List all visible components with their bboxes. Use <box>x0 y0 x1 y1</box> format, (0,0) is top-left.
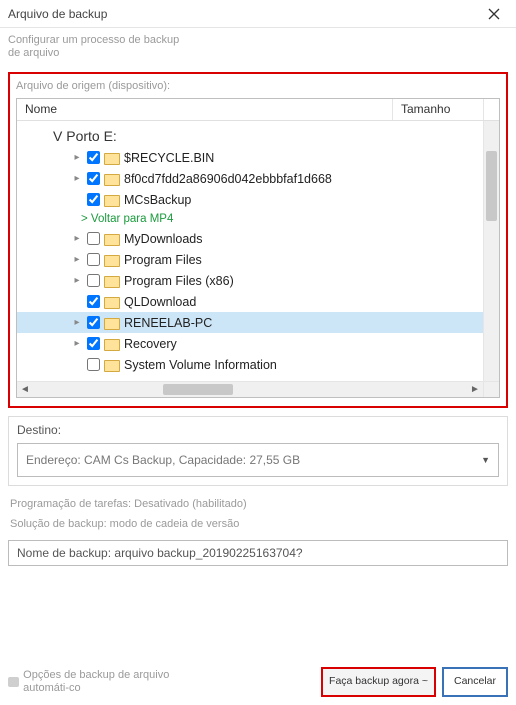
auto-options-icon <box>8 677 19 687</box>
expander-icon[interactable]: ▸ <box>71 173 83 184</box>
item-label: Recovery <box>124 337 177 351</box>
folder-icon <box>104 274 120 288</box>
hscroll-track[interactable] <box>33 382 467 397</box>
vertical-scroll-thumb[interactable] <box>486 151 497 221</box>
expander-icon[interactable]: ▸ <box>71 317 83 328</box>
source-label: Arquivo de origem (dispositivo): <box>16 80 500 92</box>
tree-item[interactable]: ▸ Recovery <box>17 333 483 354</box>
tree-item[interactable]: ▸MCsBackup <box>17 189 483 210</box>
item-checkbox[interactable] <box>87 274 100 287</box>
item-label: RENEELAB-PC <box>124 316 212 330</box>
scroll-left-arrow[interactable]: ◄ <box>17 384 33 395</box>
drive-root[interactable]: V Porto E: <box>17 125 483 147</box>
item-label: Program Files <box>124 253 202 267</box>
backup-name-row <box>8 540 508 566</box>
scroll-right-arrow[interactable]: ► <box>467 384 483 395</box>
cancel-button[interactable]: Cancelar <box>442 667 508 697</box>
destination-dropdown[interactable]: Endereço: CAM Cs Backup, Capacidade: 27,… <box>17 443 499 477</box>
tree-item[interactable]: ▸ Program Files (x86) <box>17 270 483 291</box>
auto-options-label: Opções de backup de arquivo automáti-co <box>23 669 188 695</box>
footer: Opções de backup de arquivo automáti-co … <box>0 667 516 697</box>
tree-item[interactable]: ▸ 8f0cd7fdd2a86906d042ebbbfaf1d668 <box>17 168 483 189</box>
tree-item[interactable]: ▸ Program Files <box>17 249 483 270</box>
destination-value: Endereço: CAM Cs Backup, Capacidade: 27,… <box>26 453 300 467</box>
vertical-scrollbar[interactable] <box>483 121 499 381</box>
folder-icon <box>104 316 120 330</box>
file-tree: Nome Tamanho V Porto E: ▸ $RECYCLE.BIN ▸ 8f0… <box>16 98 500 398</box>
folder-icon <box>104 172 120 186</box>
expander-icon[interactable]: ▸ <box>71 152 83 163</box>
folder-icon <box>104 337 120 351</box>
chevron-down-icon: ▼ <box>481 455 490 465</box>
horizontal-scroll-thumb[interactable] <box>163 384 233 395</box>
item-checkbox[interactable] <box>87 295 100 308</box>
backup-name-input[interactable] <box>8 540 508 566</box>
item-checkbox[interactable] <box>87 172 100 185</box>
expander-icon[interactable]: ▸ <box>71 233 83 244</box>
folder-icon <box>104 193 120 207</box>
item-checkbox[interactable] <box>87 232 100 245</box>
folder-icon <box>104 295 120 309</box>
schedule-text: Programação de tarefas: Desativado (habi… <box>0 492 516 516</box>
folder-icon <box>104 358 120 372</box>
column-name[interactable]: Nome <box>17 99 393 120</box>
tree-item[interactable]: ▸ MyDownloads <box>17 228 483 249</box>
tree-header: Nome Tamanho <box>17 99 499 121</box>
titlebar: Arquivo de backup <box>0 0 516 28</box>
item-label: MyDownloads <box>124 232 203 246</box>
item-label: 8f0cd7fdd2a86906d042ebbbfaf1d668 <box>124 172 332 186</box>
window-title: Arquivo de backup <box>8 7 107 21</box>
destination-label: Destino: <box>17 423 499 437</box>
item-checkbox[interactable] <box>87 337 100 350</box>
folder-icon <box>104 253 120 267</box>
source-panel: Arquivo de origem (dispositivo): Nome Ta… <box>8 72 508 408</box>
backup-now-button[interactable]: Faça backup agora ~ <box>321 667 436 697</box>
item-checkbox[interactable] <box>87 151 100 164</box>
back-link[interactable]: > Voltar para MP4 <box>17 210 483 228</box>
config-subtitle: Configurar um processo de backup de arqu… <box>0 28 200 62</box>
item-checkbox[interactable] <box>87 253 100 266</box>
item-checkbox[interactable] <box>87 316 100 329</box>
expander-icon[interactable]: ▸ <box>71 275 83 286</box>
folder-icon <box>104 151 120 165</box>
item-checkbox[interactable] <box>87 358 100 371</box>
folder-icon <box>104 232 120 246</box>
scroll-corner <box>483 382 499 397</box>
item-label: QLDownload <box>124 295 196 309</box>
tree-item[interactable]: ▸QLDownload <box>17 291 483 312</box>
footer-buttons: Faça backup agora ~ Cancelar <box>321 667 508 697</box>
item-label: System Volume Information <box>124 358 277 372</box>
destination-panel: Destino: Endereço: CAM Cs Backup, Capaci… <box>8 416 508 486</box>
auto-options[interactable]: Opções de backup de arquivo automáti-co <box>8 669 188 695</box>
tree-item[interactable]: ▸ RENEELAB-PC <box>17 312 483 333</box>
tree-body[interactable]: V Porto E: ▸ $RECYCLE.BIN ▸ 8f0cd7fdd2a86906… <box>17 121 483 381</box>
item-label: $RECYCLE.BIN <box>124 151 214 165</box>
horizontal-scrollbar[interactable]: ◄ ► <box>17 381 499 397</box>
expander-icon[interactable]: ▸ <box>71 338 83 349</box>
tree-item[interactable]: ▸ $RECYCLE.BIN <box>17 147 483 168</box>
solution-text: Solução de backup: modo de cadeia de ver… <box>0 516 516 538</box>
close-button[interactable] <box>480 0 508 28</box>
tree-item[interactable]: ▸System Volume Information <box>17 354 483 375</box>
column-size[interactable]: Tamanho <box>393 99 483 120</box>
item-label: MCsBackup <box>124 193 191 207</box>
expander-icon[interactable]: ▸ <box>71 254 83 265</box>
item-label: Program Files (x86) <box>124 274 234 288</box>
item-checkbox[interactable] <box>87 193 100 206</box>
header-scroll-spacer <box>483 99 499 120</box>
